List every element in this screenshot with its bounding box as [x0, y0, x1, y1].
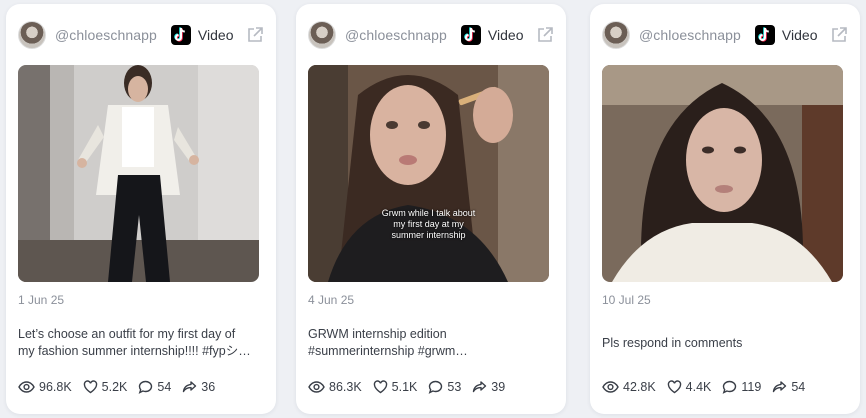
eye-icon	[308, 381, 325, 393]
description-line: Pls respond in comments	[602, 336, 743, 350]
post-description: Pls respond in comments	[602, 335, 847, 352]
likes-count: 5.2K	[101, 380, 128, 394]
likes-count: 4.4K	[685, 380, 712, 394]
comments-count: 119	[741, 380, 762, 394]
likes-stat: 5.1K	[373, 380, 418, 394]
views-count: 96.8K	[39, 380, 72, 394]
shares-count: 36	[201, 380, 216, 394]
likes-stat: 5.2K	[83, 380, 128, 394]
heart-icon	[83, 380, 97, 394]
heart-icon	[373, 380, 387, 394]
comment-icon	[139, 380, 153, 394]
avatar[interactable]	[602, 21, 630, 49]
overlay-line: my first day at my	[393, 219, 464, 229]
description-line: GRWM internship edition	[308, 327, 447, 341]
post-card[interactable]: @chloeschnapp Video Grwm while I talk ab…	[296, 4, 566, 414]
content-type-label: Video	[487, 27, 524, 43]
tiktok-icon	[170, 25, 191, 45]
comments-stat: 119	[722, 380, 761, 394]
comments-stat: 54	[138, 380, 171, 394]
post-header: @chloeschnapp Video	[18, 20, 264, 50]
likes-stat: 4.4K	[667, 380, 712, 394]
comments-count: 54	[157, 380, 172, 394]
avatar[interactable]	[18, 21, 46, 49]
heart-icon	[667, 380, 681, 394]
comments-stat: 53	[428, 380, 461, 394]
post-card[interactable]: @chloeschnapp Video 1 Jun 25 Let’s choos…	[6, 4, 276, 414]
post-card[interactable]: @chloeschnapp Video 10 Jul 25 Pls respon…	[590, 4, 860, 414]
share-icon	[473, 381, 487, 393]
content-type-label: Video	[197, 27, 234, 43]
comment-icon	[723, 380, 737, 394]
author-handle[interactable]: @chloeschnapp	[55, 27, 157, 43]
video-thumbnail[interactable]: Grwm while I talk about my first day at …	[308, 65, 549, 282]
external-link-icon[interactable]	[536, 26, 554, 44]
shares-count: 39	[491, 380, 506, 394]
post-date: 4 Jun 25	[308, 293, 355, 307]
post-header: @chloeschnapp Video	[308, 20, 554, 50]
views-stat: 86.3K	[308, 380, 362, 394]
views-stat: 96.8K	[18, 380, 72, 394]
share-icon	[773, 381, 787, 393]
author-handle[interactable]: @chloeschnapp	[345, 27, 447, 43]
external-link-icon[interactable]	[830, 26, 848, 44]
comments-count: 53	[447, 380, 462, 394]
tiktok-icon	[460, 25, 481, 45]
author-handle[interactable]: @chloeschnapp	[639, 27, 741, 43]
views-count: 42.8K	[623, 380, 656, 394]
comment-icon	[429, 380, 443, 394]
video-caption-overlay: Grwm while I talk about my first day at …	[308, 208, 549, 241]
avatar[interactable]	[308, 21, 336, 49]
views-stat: 42.8K	[602, 380, 656, 394]
shares-stat: 54	[772, 380, 805, 394]
content-type-label: Video	[781, 27, 818, 43]
shares-stat: 39	[472, 380, 505, 394]
post-header: @chloeschnapp Video	[602, 20, 848, 50]
description-line: #summerinternship #grwm…	[308, 344, 468, 358]
shares-stat: 36	[182, 380, 215, 394]
eye-icon	[602, 381, 619, 393]
video-thumbnail[interactable]	[602, 65, 843, 282]
post-date: 10 Jul 25	[602, 293, 651, 307]
description-line: Let’s choose an outfit for my first day …	[18, 327, 236, 341]
post-stats: 86.3K 5.1K 53 39	[308, 380, 516, 394]
post-description: Let’s choose an outfit for my first day …	[18, 326, 263, 360]
shares-count: 54	[791, 380, 806, 394]
post-description: GRWM internship edition #summerinternshi…	[308, 326, 553, 360]
tiktok-icon	[754, 25, 775, 45]
post-stats: 96.8K 5.2K 54 36	[18, 380, 226, 394]
external-link-icon[interactable]	[246, 26, 264, 44]
post-date: 1 Jun 25	[18, 293, 65, 307]
post-stats: 42.8K 4.4K 119 54	[602, 380, 816, 394]
share-icon	[183, 381, 197, 393]
description-line: my fashion summer internship!!!! #fypシ…	[18, 344, 251, 358]
views-count: 86.3K	[329, 380, 362, 394]
overlay-line: summer internship	[391, 230, 466, 240]
overlay-line: Grwm while I talk about	[381, 208, 476, 218]
likes-count: 5.1K	[391, 380, 418, 394]
eye-icon	[18, 381, 35, 393]
video-thumbnail[interactable]	[18, 65, 259, 282]
